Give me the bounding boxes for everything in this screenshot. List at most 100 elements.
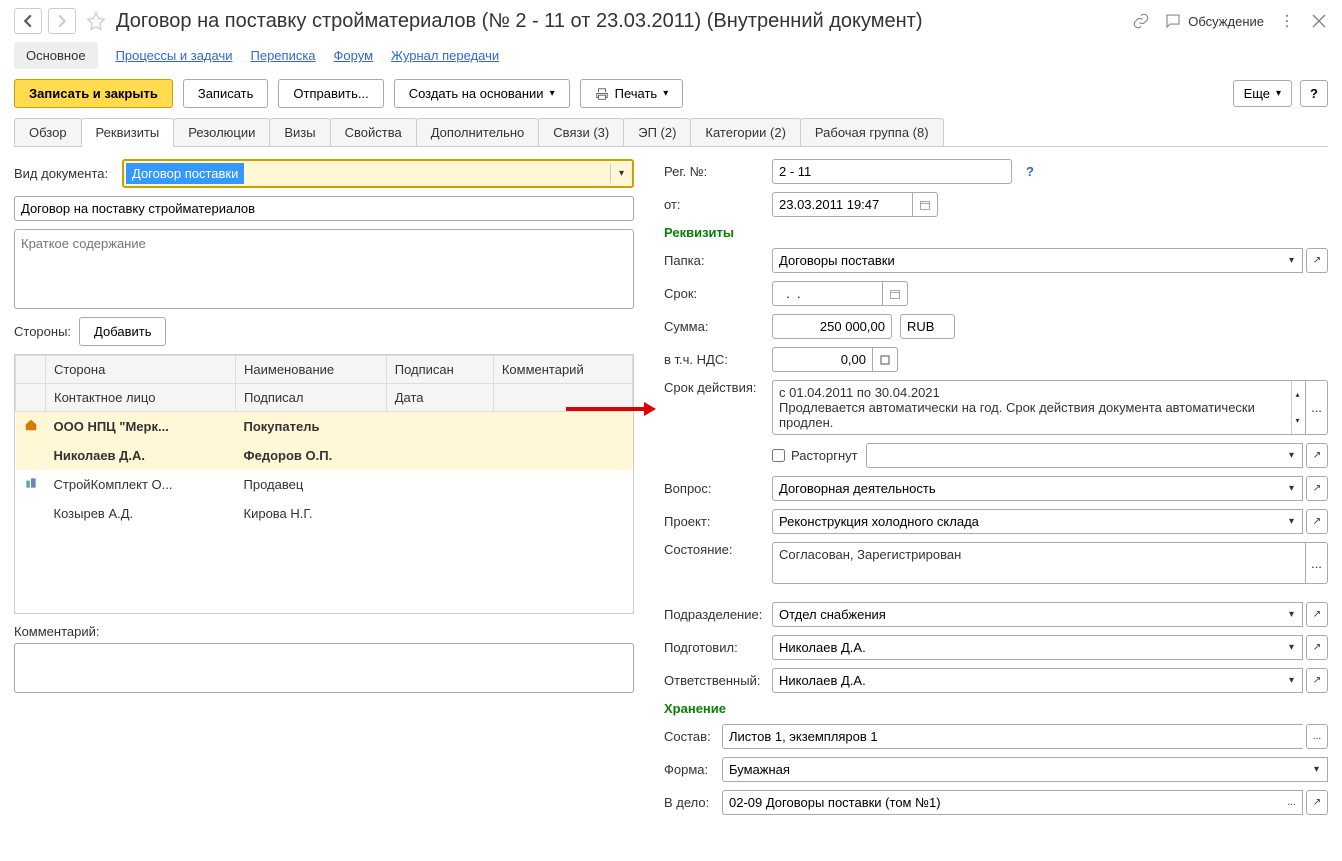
subtab-categories[interactable]: Категории (2) (690, 118, 801, 146)
expand-icon[interactable]: ... (1306, 724, 1328, 749)
dropdown-icon[interactable]: ▾ (1281, 443, 1303, 468)
term-input[interactable] (772, 281, 882, 306)
help-button[interactable]: ? (1300, 80, 1328, 107)
help-icon[interactable]: ? (1026, 164, 1034, 179)
case-input[interactable] (722, 790, 1281, 815)
folder-input[interactable] (772, 248, 1281, 273)
vat-input[interactable] (772, 347, 872, 372)
table-row[interactable]: СтройКомплект О... Продавец (16, 470, 633, 500)
dropdown-icon[interactable]: ▾ (1281, 635, 1303, 660)
calc-icon[interactable] (872, 347, 898, 372)
open-icon[interactable]: ↗ (1306, 602, 1328, 627)
expand-icon[interactable]: ... (1281, 790, 1303, 815)
calendar-icon[interactable] (912, 192, 938, 217)
project-label: Проект: (664, 514, 764, 529)
folder-label: Папка: (664, 253, 764, 268)
terminated-checkbox[interactable] (772, 449, 785, 462)
doc-type-input[interactable]: Договор поставки ▾ (122, 159, 634, 188)
terminated-label: Расторгнут (791, 448, 858, 463)
question-input[interactable] (772, 476, 1281, 501)
content-input[interactable] (722, 724, 1303, 749)
col-name: Наименование (236, 356, 387, 384)
link-icon[interactable] (1132, 12, 1150, 30)
calendar-icon[interactable] (882, 281, 908, 306)
open-icon[interactable]: ↗ (1306, 248, 1328, 273)
subtab-properties[interactable]: Свойства (330, 118, 417, 146)
subtab-ep[interactable]: ЭП (2) (623, 118, 691, 146)
spinner-down-icon[interactable]: ▾ (1291, 408, 1303, 435)
vat-label: в т.ч. НДС: (664, 352, 764, 367)
reg-no-input[interactable] (772, 159, 1012, 184)
content-label: Состав: (664, 729, 714, 744)
open-icon[interactable]: ↗ (1306, 635, 1328, 660)
subtab-additional[interactable]: Дополнительно (416, 118, 540, 146)
dropdown-icon[interactable]: ▾ (1281, 476, 1303, 501)
send-button[interactable]: Отправить... (278, 79, 383, 108)
save-button[interactable]: Записать (183, 79, 269, 108)
chevron-down-icon[interactable]: ▾ (610, 164, 632, 183)
project-input[interactable] (772, 509, 1281, 534)
top-tab-correspondence[interactable]: Переписка (251, 42, 316, 69)
open-icon[interactable]: ↗ (1306, 509, 1328, 534)
dropdown-icon[interactable]: ▾ (1281, 602, 1303, 627)
spinner-up-icon[interactable]: ▴ (1291, 381, 1303, 408)
add-party-button[interactable]: Добавить (79, 317, 166, 346)
col-date: Дата (386, 384, 493, 412)
reg-no-label: Рег. №: (664, 164, 764, 179)
summary-textarea[interactable] (14, 229, 634, 309)
sum-input[interactable] (772, 314, 892, 339)
top-tab-main[interactable]: Основное (14, 42, 98, 69)
doc-type-label: Вид документа: (14, 166, 114, 181)
create-based-button[interactable]: Создать на основании▾ (394, 79, 570, 108)
currency-input[interactable] (900, 314, 955, 339)
open-icon[interactable]: ↗ (1306, 443, 1328, 468)
favorite-icon[interactable] (86, 11, 106, 31)
dropdown-icon[interactable]: ▾ (1281, 509, 1303, 534)
top-tab-transfer-log[interactable]: Журнал передачи (391, 42, 499, 69)
validity-label: Срок действия: (664, 380, 764, 395)
forward-button[interactable] (48, 8, 76, 34)
dropdown-icon[interactable]: ▾ (1306, 757, 1328, 782)
close-icon[interactable] (1310, 12, 1328, 30)
expand-icon[interactable]: ... (1305, 543, 1327, 583)
discuss-button[interactable]: Обсуждение (1164, 12, 1264, 30)
expand-icon[interactable]: ... (1305, 381, 1327, 434)
subtab-workgroup[interactable]: Рабочая группа (8) (800, 118, 944, 146)
open-icon[interactable]: ↗ (1306, 790, 1328, 815)
prepared-input[interactable] (772, 635, 1281, 660)
question-label: Вопрос: (664, 481, 764, 496)
form-input[interactable] (722, 757, 1306, 782)
save-close-button[interactable]: Записать и закрыть (14, 79, 173, 108)
dropdown-icon[interactable]: ▾ (1281, 248, 1303, 273)
subtab-links[interactable]: Связи (3) (538, 118, 624, 146)
term-label: Срок: (664, 286, 764, 301)
subtab-overview[interactable]: Обзор (14, 118, 82, 146)
from-date-input[interactable] (772, 192, 912, 217)
more-icon[interactable] (1278, 12, 1296, 30)
more-button[interactable]: Еще ▾ (1233, 80, 1292, 107)
back-button[interactable] (14, 8, 42, 34)
top-tab-processes[interactable]: Процессы и задачи (116, 42, 233, 69)
validity-box[interactable]: с 01.04.2011 по 30.04.2021 Продлевается … (772, 380, 1328, 435)
home-icon (24, 418, 38, 432)
dropdown-icon[interactable]: ▾ (1281, 668, 1303, 693)
open-icon[interactable]: ↗ (1306, 668, 1328, 693)
comment-textarea[interactable] (14, 643, 634, 693)
table-row[interactable]: ООО НПЦ "Мерк... Покупатель (16, 412, 633, 442)
prepared-label: Подготовил: (664, 640, 764, 655)
state-box[interactable]: Согласован, Зарегистрирован ... (772, 542, 1328, 584)
subtab-requisites[interactable]: Реквизиты (81, 118, 175, 146)
responsible-input[interactable] (772, 668, 1281, 693)
col-signed: Подписан (386, 356, 493, 384)
top-tab-forum[interactable]: Форум (334, 42, 374, 69)
open-icon[interactable]: ↗ (1306, 476, 1328, 501)
subtab-resolutions[interactable]: Резолюции (173, 118, 270, 146)
table-row[interactable]: Николаев Д.А. Федоров О.П. (16, 442, 633, 470)
dept-input[interactable] (772, 602, 1281, 627)
table-row[interactable]: Козырев А.Д. Кирова Н.Г. (16, 500, 633, 528)
subtab-visas[interactable]: Визы (269, 118, 330, 146)
col-signed-by: Подписал (236, 384, 387, 412)
doc-name-input[interactable] (14, 196, 634, 221)
print-button[interactable]: Печать▾ (580, 79, 684, 108)
terminated-doc-input[interactable] (866, 443, 1281, 468)
